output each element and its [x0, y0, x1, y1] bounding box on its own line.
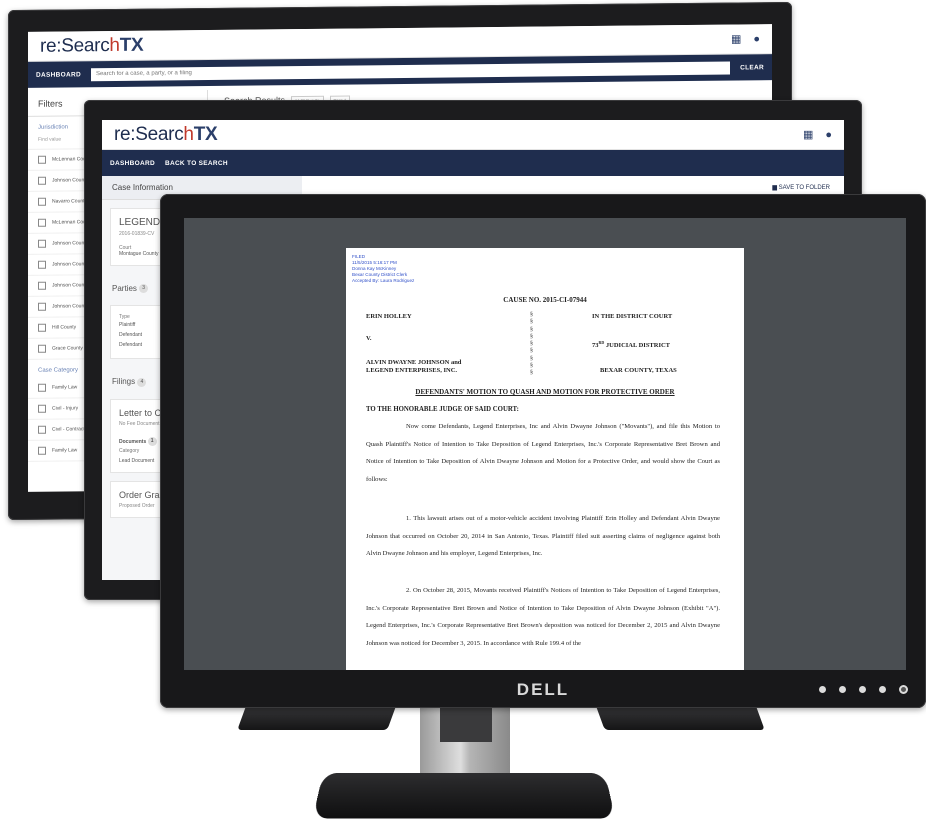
- search-input[interactable]: [90, 61, 731, 81]
- filter-item-label: Grace County: [52, 345, 83, 352]
- checkbox[interactable]: [38, 383, 46, 392]
- save-to-folder-label: SAVE TO FOLDER: [778, 185, 830, 191]
- versus: V.: [366, 335, 372, 342]
- parties-count-badge: 3: [139, 284, 149, 294]
- stand-hinge: [440, 708, 492, 742]
- monitor-button[interactable]: [839, 686, 846, 693]
- court-line-3: BEXAR COUNTY, TEXAS: [600, 367, 677, 374]
- grid-icon[interactable]: ▦: [731, 32, 741, 45]
- filter-item-label: Hill County: [52, 324, 77, 331]
- front-monitor: FILED 11/5/2015 5:16:17 PM Donna Kay McK…: [160, 194, 926, 708]
- filter-item-label: Navarro County: [52, 198, 88, 205]
- monitor-buttons: [819, 685, 908, 694]
- court-line-2: 73RD JUDICIAL DISTRICT: [592, 338, 670, 350]
- cause-number: CAUSE NO. 2015-CI-07944: [503, 296, 587, 304]
- app-logo[interactable]: re:SearchTX: [40, 34, 143, 57]
- document-page: FILED 11/5/2015 5:16:17 PM Donna Kay McK…: [346, 248, 744, 670]
- save-to-folder-button[interactable]: ▆ SAVE TO FOLDER: [772, 184, 830, 191]
- monitor-button[interactable]: [879, 686, 886, 693]
- app-header: re:SearchTX ▦ ●: [102, 120, 844, 150]
- user-icon[interactable]: ●: [753, 33, 760, 45]
- clear-button[interactable]: CLEAR: [740, 64, 764, 71]
- logo-text: re:Searc: [114, 123, 184, 145]
- defendant-line-2: LEGEND ENTERPRISES, INC.: [366, 367, 458, 374]
- section-marks: § § § § § § § § §: [530, 312, 533, 377]
- checkbox[interactable]: [38, 281, 46, 290]
- grid-icon[interactable]: ▦: [803, 128, 813, 141]
- checkbox[interactable]: [38, 446, 46, 455]
- nav-dashboard[interactable]: DASHBOARD: [36, 71, 81, 78]
- parties-label: Parties: [112, 284, 137, 293]
- app-logo[interactable]: re:SearchTX: [114, 123, 218, 146]
- paragraph-2: 2. On October 28, 2015, Movants received…: [366, 587, 720, 647]
- document-viewer: FILED 11/5/2015 5:16:17 PM Donna Kay McK…: [184, 218, 906, 670]
- checkbox[interactable]: [38, 260, 46, 269]
- monitor-button[interactable]: [859, 686, 866, 693]
- logo-accent: h: [183, 123, 194, 145]
- checkbox[interactable]: [38, 176, 46, 185]
- motion-title: DEFENDANTS' MOTION TO QUASH AND MOTION F…: [415, 388, 675, 396]
- user-icon[interactable]: ●: [825, 129, 832, 141]
- logo-suffix: TX: [119, 34, 144, 56]
- filter-item-label: Johnson County: [52, 177, 89, 184]
- stand-base: [312, 773, 616, 819]
- court-line-1: IN THE DISTRICT COURT: [592, 313, 673, 320]
- nav-dashboard[interactable]: DASHBOARD: [110, 160, 155, 167]
- filed-stamp: FILED 11/5/2015 5:16:17 PM Donna Kay McK…: [352, 254, 414, 284]
- filter-item-label: Johnson County: [52, 282, 89, 289]
- logo-suffix: TX: [193, 123, 218, 145]
- paragraph-intro: Now come Defendants, Legend Enterprises,…: [366, 423, 720, 483]
- filter-item-label: Johnson County: [52, 240, 89, 247]
- filter-item-label: Johnson County: [52, 303, 89, 310]
- documents-count-badge: 1: [147, 436, 157, 446]
- monitor-button[interactable]: [819, 686, 826, 693]
- filter-item-label: Family Law: [52, 447, 78, 454]
- checkbox[interactable]: [38, 197, 46, 206]
- filter-item-label: Civil - Contract: [52, 426, 85, 433]
- checkbox[interactable]: [38, 218, 46, 227]
- filter-item-label: Civil - Injury: [52, 405, 79, 412]
- nav-bar: DASHBOARD BACK TO SEARCH: [102, 150, 844, 176]
- checkbox[interactable]: [38, 155, 46, 164]
- filed-line: Accepted By: Laura Rodriguez: [352, 278, 415, 283]
- documents-text: Documents: [119, 438, 147, 445]
- filings-label: Filings: [112, 377, 136, 387]
- logo-accent: h: [109, 34, 120, 56]
- dell-logo: DELL: [516, 680, 570, 699]
- checkbox[interactable]: [38, 302, 46, 311]
- plaintiff-name: ERIN HOLLEY: [366, 313, 412, 320]
- checkbox[interactable]: [38, 404, 46, 413]
- salutation: TO THE HONORABLE JUDGE OF SAID COURT:: [366, 406, 519, 413]
- logo-text: re:Searc: [40, 34, 110, 57]
- district-text: JUDICIAL DISTRICT: [604, 342, 671, 350]
- checkbox[interactable]: [38, 239, 46, 248]
- filings-count-badge: 4: [137, 377, 147, 387]
- filter-item-label: Family Law: [52, 384, 78, 391]
- paragraph-1: 1. This lawsuit arises out of a motor-ve…: [366, 515, 720, 557]
- filter-item-label: Johnson County: [52, 261, 89, 268]
- checkbox[interactable]: [38, 344, 46, 353]
- power-button-icon[interactable]: [899, 685, 908, 694]
- checkbox[interactable]: [38, 425, 46, 434]
- nav-back-to-search[interactable]: BACK TO SEARCH: [165, 160, 228, 167]
- checkbox[interactable]: [38, 323, 46, 332]
